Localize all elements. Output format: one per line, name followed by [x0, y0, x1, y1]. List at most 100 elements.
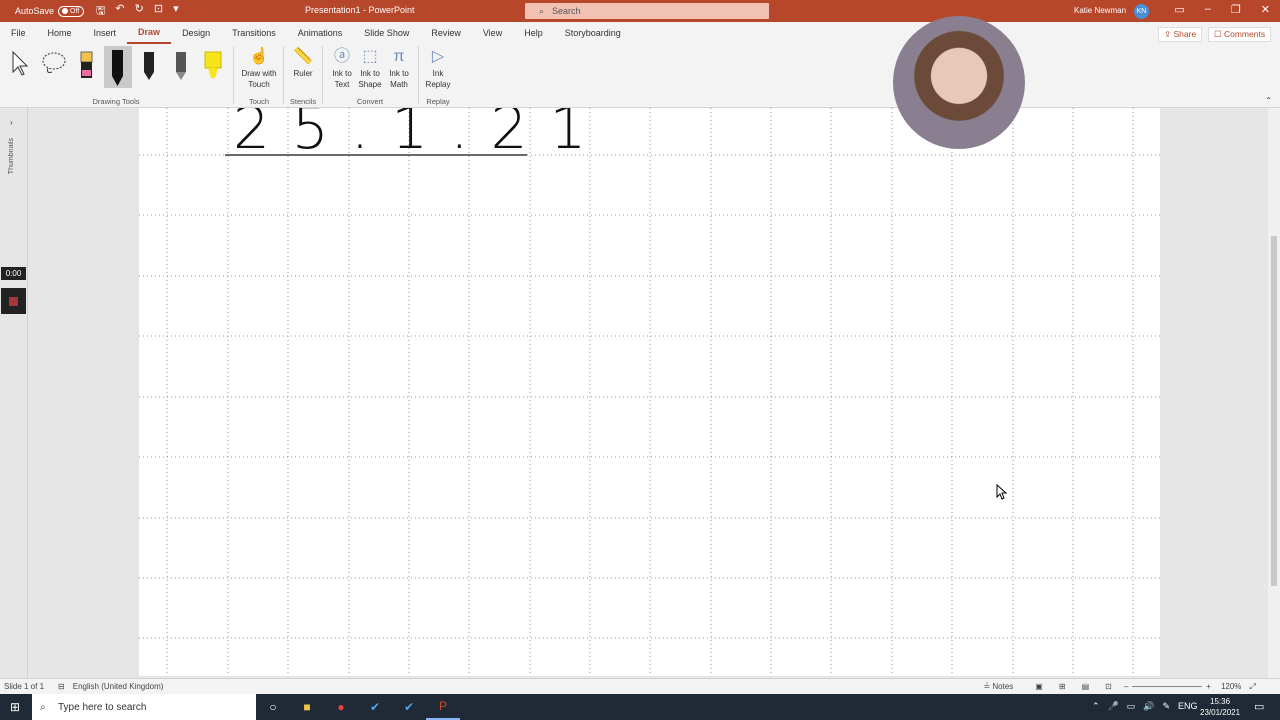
handwritten-date[interactable]: 25.1.21 [233, 108, 608, 162]
tab-slide-show[interactable]: Slide Show [353, 22, 420, 44]
start-slideshow-icon[interactable]: ⊡ [154, 2, 163, 21]
comments-button[interactable]: ☐ Comments [1208, 27, 1272, 42]
stop-recording-button[interactable] [1, 288, 26, 314]
slideshow-view-icon[interactable]: ⊡ [1105, 682, 1112, 691]
autosave-label: AutoSave [15, 6, 55, 16]
black-pen-2-icon[interactable] [138, 48, 160, 88]
tab-file[interactable]: File [0, 22, 37, 44]
taskbar-search[interactable]: ⌕ Type here to search [32, 694, 256, 720]
recording-timer: 0:00 [1, 267, 26, 280]
eraser-pen-icon[interactable] [76, 48, 98, 88]
ink-replay-button[interactable]: ▷ Ink Replay [424, 46, 452, 90]
tab-storyboarding[interactable]: Storyboarding [554, 22, 632, 44]
zoom-level[interactable]: 120% [1221, 682, 1241, 691]
ink-to-math-label: Ink to Math [389, 69, 409, 89]
network-icon[interactable]: ▭ [1127, 701, 1136, 712]
expand-thumbnails-icon[interactable]: › [10, 118, 13, 127]
tab-animations[interactable]: Animations [287, 22, 354, 44]
system-tray: ⌃ 🎤 ▭ 🔊 ✎ ENG [1092, 701, 1198, 712]
tab-review[interactable]: Review [420, 22, 472, 44]
normal-view-icon[interactable]: ▣ [1035, 682, 1043, 691]
select-arrow-icon[interactable] [10, 50, 30, 76]
ruler-label: Ruler [293, 69, 313, 78]
collapse-ribbon-icon[interactable]: ⌃ [1265, 96, 1272, 105]
language-tray[interactable]: ENG [1178, 701, 1198, 712]
fit-slide-icon[interactable]: ⤢ [1249, 682, 1255, 692]
ink-to-text-button[interactable]: ⓐ Ink to Text [329, 46, 355, 90]
tab-help[interactable]: Help [513, 22, 554, 44]
chrome-icon[interactable]: ● [324, 694, 358, 720]
separator [322, 46, 323, 104]
ink-to-text-icon: ⓐ [333, 47, 350, 65]
file-explorer-icon[interactable]: ■ [290, 694, 324, 720]
ink-to-math-icon: π [393, 47, 405, 65]
yellow-highlighter-icon[interactable] [202, 48, 224, 88]
reading-view-icon[interactable]: ▤ [1082, 682, 1090, 691]
clock[interactable]: 15:36 23/01/2021 [1200, 696, 1240, 718]
notes-button[interactable]: ≟ Notes [983, 682, 1013, 691]
tab-transitions[interactable]: Transitions [221, 22, 287, 44]
tab-draw[interactable]: Draw [127, 22, 172, 44]
stop-icon [9, 296, 18, 306]
scrollbar-thumb[interactable] [1271, 236, 1277, 586]
ruler-icon: 📏 [293, 47, 313, 65]
microphone-icon[interactable]: 🎤 [1108, 701, 1119, 712]
thumbnails-label[interactable]: Thumbnails [8, 138, 15, 174]
tray-chevron-icon[interactable]: ⌃ [1092, 701, 1100, 712]
search-box[interactable]: ⌕ Search [525, 3, 769, 19]
notifications-icon[interactable]: ▭ [1254, 700, 1264, 713]
windows-start-icon[interactable]: ⊞ [10, 700, 20, 714]
search-icon: ⌕ [539, 5, 545, 16]
avatar[interactable]: KN [1134, 4, 1149, 19]
user-name[interactable]: Katie Newman [1074, 6, 1126, 15]
share-label: Share [1173, 29, 1197, 39]
app-icon-2[interactable]: ✔ [392, 694, 426, 720]
zoom-out-icon[interactable]: – [1124, 682, 1128, 691]
ink-to-text-label: Ink to Text [332, 69, 352, 89]
undo-icon[interactable]: ↶ [115, 2, 124, 21]
draw-with-touch-button[interactable]: ☝ Draw with Touch [238, 46, 280, 90]
tab-design[interactable]: Design [171, 22, 221, 44]
lasso-select-icon[interactable] [40, 50, 68, 76]
comments-label: Comments [1223, 29, 1266, 39]
zoom-slider[interactable] [1132, 686, 1203, 687]
ribbon-tabs: File Home Insert Draw Design Transitions Anima… [0, 22, 1280, 44]
restore-icon[interactable]: ❐ [1231, 3, 1241, 16]
redo-icon[interactable]: ↻ [135, 2, 144, 21]
search-placeholder: Search [552, 6, 581, 16]
app-icon[interactable]: ✔ [358, 694, 392, 720]
customize-qat-icon[interactable]: ▾ [173, 2, 179, 21]
powerpoint-icon[interactable]: P [426, 694, 460, 720]
minimize-icon[interactable]: – [1205, 3, 1211, 16]
drawing-tools-label: Drawing Tools [92, 97, 140, 106]
save-icon[interactable]: 🖫 [96, 2, 105, 21]
stencils-label: Stencils [289, 97, 317, 106]
ink-to-shape-button[interactable]: ⬚ Ink to Shape [356, 46, 384, 90]
share-button[interactable]: ⇪ Share [1158, 27, 1203, 42]
separator [283, 46, 284, 104]
autosave-toggle[interactable]: Off [58, 5, 85, 17]
tab-home[interactable]: Home [37, 22, 83, 44]
slide[interactable]: 25.1.21 [139, 108, 1160, 676]
tab-view[interactable]: View [472, 22, 513, 44]
slide-sorter-icon[interactable]: ⊞ [1059, 682, 1066, 691]
pen-icon[interactable]: ✎ [1163, 701, 1171, 712]
volume-icon[interactable]: 🔊 [1143, 701, 1154, 712]
vertical-scrollbar[interactable] [1268, 108, 1280, 678]
black-pen-icon[interactable] [107, 48, 129, 88]
ribbon-display-icon[interactable]: ▭ [1174, 3, 1184, 16]
cortana-icon[interactable]: ○ [256, 694, 290, 720]
pencil-icon[interactable] [170, 48, 192, 88]
ink-replay-icon: ▷ [431, 47, 445, 65]
tab-insert[interactable]: Insert [83, 22, 128, 44]
windows-taskbar: ⊞ ⌕ Type here to search ○ ■ ● ✔ ✔ P ⌃ 🎤 … [0, 694, 1280, 720]
ink-to-math-button[interactable]: π Ink to Math [385, 46, 413, 90]
language-indicator[interactable]: English (United Kingdom) [73, 682, 164, 691]
zoom-in-icon[interactable]: + [1206, 682, 1211, 691]
spellcheck-icon[interactable]: ⊟ [58, 682, 65, 691]
thumbnails-pane-collapsed: › Thumbnails 0:00 [0, 108, 28, 678]
autosave[interactable]: AutoSave Off [15, 5, 85, 17]
close-icon[interactable]: ✕ [1261, 3, 1270, 16]
ruler-button[interactable]: 📏 Ruler [289, 46, 317, 79]
ink-replay-label: Ink Replay [425, 69, 451, 89]
